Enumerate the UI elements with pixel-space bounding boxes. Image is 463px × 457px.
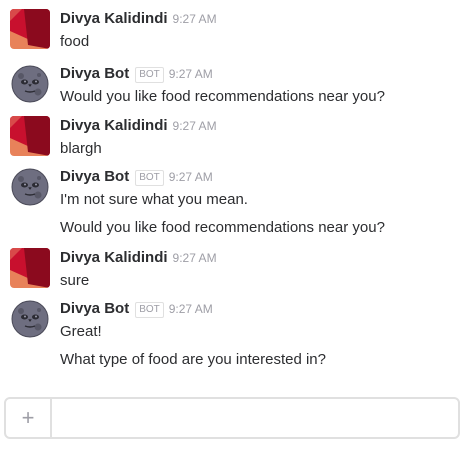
bot-badge: BOT (135, 302, 164, 318)
message-header: Divya Kalidindi 9:27 AM (60, 248, 217, 268)
user-avatar-icon[interactable] (10, 116, 50, 156)
message-header: Divya Bot BOT 9:27 AM (60, 299, 213, 319)
message-text: Would you like food recommendations near… (60, 219, 385, 236)
message-text: Great! (60, 323, 102, 340)
timestamp[interactable]: 9:27 AM (173, 12, 217, 26)
timestamp[interactable]: 9:27 AM (169, 302, 213, 316)
sender-name[interactable]: Divya Kalidindi (60, 117, 168, 134)
timestamp[interactable]: 9:27 AM (169, 170, 213, 184)
bot-avatar-icon[interactable] (10, 64, 50, 104)
plus-icon[interactable]: + (6, 399, 52, 437)
message-header: Divya Bot BOT 9:27 AM (60, 64, 213, 84)
message-text: food (60, 33, 90, 50)
user-avatar-icon[interactable] (10, 248, 50, 288)
sender-name[interactable]: Divya Bot (60, 300, 129, 317)
bot-badge: BOT (135, 67, 164, 83)
message-text: What type of food are you interested in? (60, 351, 326, 368)
message-header: Divya Kalidindi 9:27 AM (60, 116, 217, 136)
timestamp[interactable]: 9:27 AM (173, 119, 217, 133)
sender-name[interactable]: Divya Kalidindi (60, 249, 168, 266)
timestamp[interactable]: 9:27 AM (173, 251, 217, 265)
message-composer: + (4, 397, 460, 439)
message-text: sure (60, 272, 90, 289)
message-text: I'm not sure what you mean. (60, 191, 248, 208)
sender-name[interactable]: Divya Bot (60, 168, 129, 185)
bot-avatar-icon[interactable] (10, 299, 50, 339)
timestamp[interactable]: 9:27 AM (169, 67, 213, 81)
bot-badge: BOT (135, 170, 164, 186)
sender-name[interactable]: Divya Bot (60, 65, 129, 82)
bot-avatar-icon[interactable] (10, 167, 50, 207)
user-avatar-icon[interactable] (10, 9, 50, 49)
message-text: blargh (60, 140, 102, 157)
message-text: Would you like food recommendations near… (60, 88, 385, 105)
sender-name[interactable]: Divya Kalidindi (60, 10, 168, 27)
message-header: Divya Bot BOT 9:27 AM (60, 167, 213, 187)
message-header: Divya Kalidindi 9:27 AM (60, 9, 217, 29)
message-input[interactable] (54, 399, 458, 437)
